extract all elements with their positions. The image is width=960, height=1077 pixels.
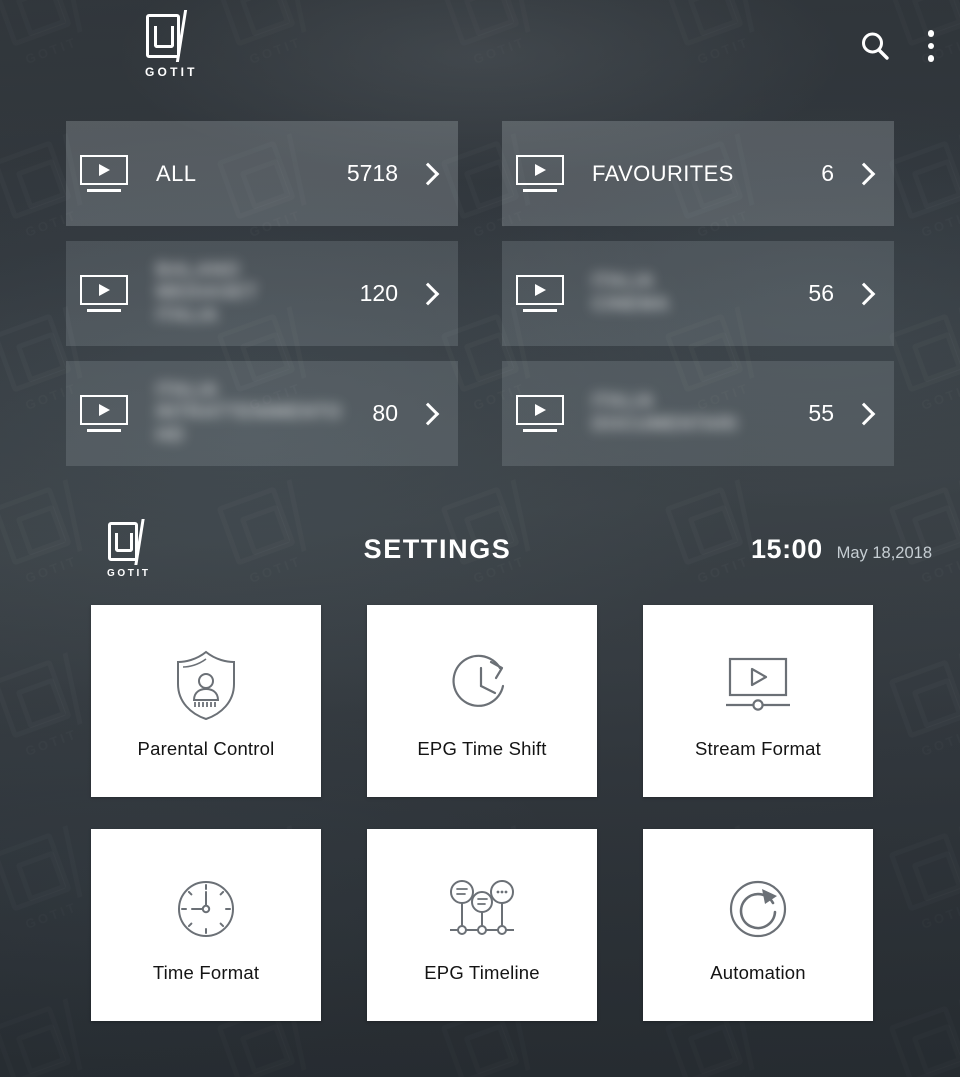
analog-clock-icon xyxy=(169,866,243,952)
tv-play-icon xyxy=(516,394,568,433)
tv-play-icon xyxy=(80,274,132,313)
settings-card-label: EPG Timeline xyxy=(424,962,540,983)
chevron-right-icon xyxy=(416,282,440,305)
settings-card[interactable]: Parental Control xyxy=(91,605,321,797)
gotit-logo-mark xyxy=(146,10,188,62)
screen-content: GOTIT ALL 5718 FAVOURITES 6 BALANO MEDIASET … xyxy=(0,0,960,1021)
gotit-logo-mark-small xyxy=(108,519,145,565)
app-logo-text: GOTIT xyxy=(145,65,198,79)
clock: 15:00 May 18,2018 xyxy=(751,534,932,565)
settings-card-label: Parental Control xyxy=(137,738,275,759)
category-tile[interactable]: ITALIA CINEMA 56 xyxy=(502,241,894,346)
clock-time: 15:00 xyxy=(751,533,823,564)
refresh-circle-icon xyxy=(721,866,795,952)
settings-card[interactable]: EPG Timeline xyxy=(367,829,597,1021)
app-logo: GOTIT xyxy=(145,10,198,79)
chevron-right-icon xyxy=(416,162,440,185)
category-tile[interactable]: ALL 5718 xyxy=(66,121,458,226)
category-tile-count: 56 xyxy=(808,280,834,306)
settings-logo: GOTIT xyxy=(107,519,154,579)
clock-date: May 18,2018 xyxy=(836,543,932,562)
app-root: GOTIT GOTIT GOTIT GOTIT GOTIT GOTIT GOTIT GOTIT… xyxy=(0,0,960,1077)
settings-card-label: Time Format xyxy=(152,962,260,983)
more-vertical-icon[interactable] xyxy=(920,26,943,66)
settings-card-label: Stream Format xyxy=(695,738,821,759)
search-icon[interactable] xyxy=(858,29,892,63)
category-tile[interactable]: ITALIA DOCUMENTARI 55 xyxy=(502,361,894,466)
top-bar-actions xyxy=(858,26,943,66)
category-tile-count: 5718 xyxy=(346,160,398,186)
shield-person-icon xyxy=(169,642,243,728)
category-tile-label: ITALIA CINEMA xyxy=(592,271,670,315)
category-tile-count: 6 xyxy=(821,160,834,186)
chevron-right-icon xyxy=(852,402,876,425)
category-tile[interactable]: BALANO MEDIASET ITALIA 120 xyxy=(66,241,458,346)
category-tile-label: ITALIA INTRATTENIMENTO HD xyxy=(156,379,342,446)
top-bar: GOTIT xyxy=(0,0,960,100)
category-tile-label: BALANO MEDIASET ITALIA xyxy=(156,259,258,326)
settings-card-label: EPG Time Shift xyxy=(417,738,547,759)
category-tile-count: 55 xyxy=(808,400,834,426)
category-tile[interactable]: FAVOURITES 6 xyxy=(502,121,894,226)
tv-play-icon xyxy=(80,154,132,193)
page-title: SETTINGS xyxy=(363,533,512,564)
settings-card-grid: Parental Control EPG Time Shift Stream For… xyxy=(0,605,960,1021)
settings-card[interactable]: EPG Time Shift xyxy=(367,605,597,797)
chevron-right-icon xyxy=(852,282,876,305)
category-tile-label: ITALIA DOCUMENTARI xyxy=(592,391,738,435)
category-tile-label: FAVOURITES xyxy=(592,160,734,186)
settings-card[interactable]: Automation xyxy=(643,829,873,1021)
tv-play-icon xyxy=(516,274,568,313)
category-tile[interactable]: ITALIA INTRATTENIMENTO HD 80 xyxy=(66,361,458,466)
screen-play-bar-icon xyxy=(718,642,798,728)
category-tile-count: 120 xyxy=(359,280,398,306)
settings-header: GOTIT SETTINGS 15:00 May 18,2018 xyxy=(0,506,960,592)
chevron-right-icon xyxy=(852,162,876,185)
settings-card[interactable]: Time Format xyxy=(91,829,321,1021)
tv-play-icon xyxy=(516,154,568,193)
category-tile-grid: ALL 5718 FAVOURITES 6 BALANO MEDIASET ITALIA… xyxy=(0,121,960,466)
settings-logo-text: GOTIT xyxy=(107,568,151,579)
settings-card-label: Automation xyxy=(710,962,806,983)
tv-play-icon xyxy=(80,394,132,433)
clock-rotate-icon xyxy=(445,642,519,728)
settings-card[interactable]: Stream Format xyxy=(643,605,873,797)
chevron-right-icon xyxy=(416,402,440,425)
category-tile-count: 80 xyxy=(372,400,398,426)
category-tile-label: ALL xyxy=(156,160,197,186)
timeline-nodes-icon xyxy=(442,866,522,952)
